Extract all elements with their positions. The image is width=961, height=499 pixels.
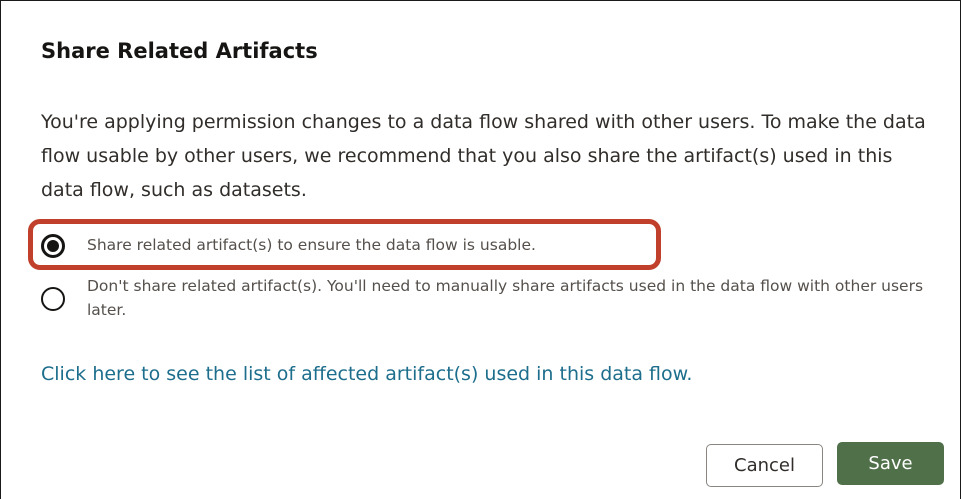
radio-unselected-icon[interactable]: [41, 287, 65, 311]
radio-selected-icon[interactable]: [41, 234, 65, 258]
save-button[interactable]: Save: [837, 442, 944, 485]
dont-share-artifacts-option[interactable]: Don't share related artifact(s). You'll …: [41, 274, 942, 322]
cancel-button[interactable]: Cancel: [706, 444, 823, 487]
dialog-description: You're applying permission changes to a …: [41, 111, 926, 201]
dialog-title: Share Related Artifacts: [41, 39, 318, 63]
share-related-artifacts-dialog: Share Related Artifacts You're applying …: [0, 0, 961, 499]
dont-share-artifacts-label: Don't share related artifact(s). You'll …: [87, 277, 924, 319]
share-artifacts-label: Share related artifact(s) to ensure the …: [87, 236, 536, 254]
affected-artifacts-link[interactable]: Click here to see the list of affected a…: [41, 363, 692, 385]
share-artifacts-option[interactable]: Share related artifact(s) to ensure the …: [41, 233, 536, 258]
